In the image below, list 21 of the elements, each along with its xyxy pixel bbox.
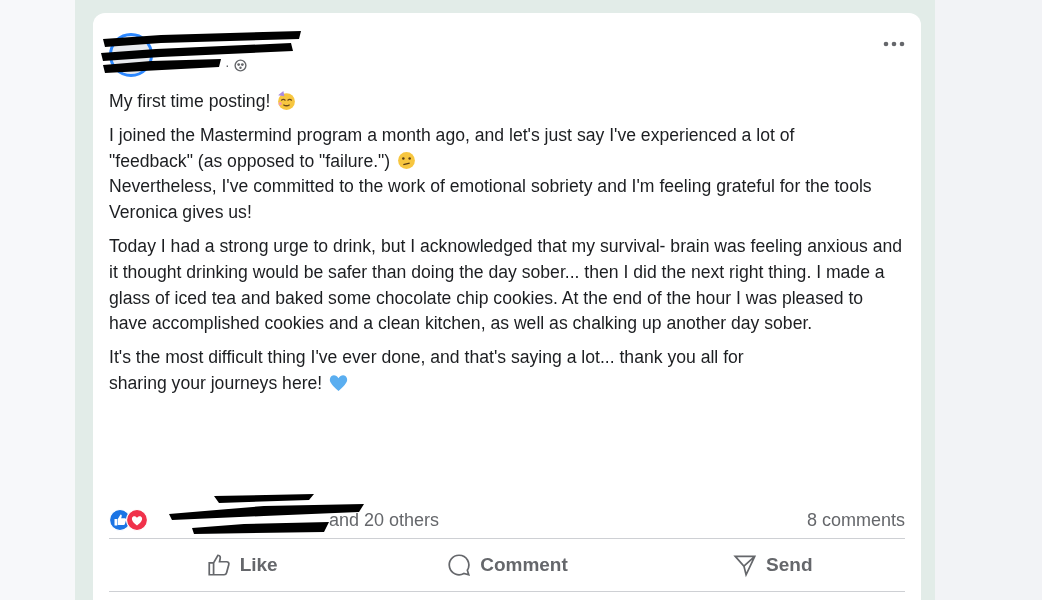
send-button[interactable]: Send bbox=[639, 539, 905, 591]
confused-face-icon bbox=[396, 149, 418, 171]
globe-icon bbox=[233, 58, 247, 72]
like-button[interactable]: Like bbox=[109, 539, 375, 591]
more-options-icon[interactable] bbox=[883, 41, 905, 47]
thumbs-up-icon bbox=[205, 552, 232, 578]
meta-separator: · bbox=[225, 57, 230, 73]
party-face-icon bbox=[276, 90, 298, 111]
post-text: Nevertheless, I've committed to the work of emotional sobriety and I'm feeling grateful for the tools Veronica gives us! bbox=[109, 176, 872, 223]
love-reaction-icon bbox=[126, 509, 148, 531]
reaction-count[interactable]: and 20 others bbox=[329, 509, 440, 531]
post-text: Today I had a strong urge to drink, but I acknowledged that my survival- brain was feeling anxious and it thought drinking would be safer than doing the day sober... then I did the next right thing. I made a glass of iced tea and baked some chocolate chip cookies. At the end of the hour I was pleased to have accomplished cookies and a clean kitchen, as well as chalking up another day sober. bbox=[109, 236, 903, 334]
post-text: I joined the Mastermind program a month ago, and let's just say I've experienced a lot of bbox=[109, 124, 795, 145]
post-text: It's the most difficult thing I've ever done, and that's saying a lot... thank you all for bbox=[109, 347, 744, 368]
comment-count[interactable]: 8 comments bbox=[806, 509, 905, 531]
post-text: sharing your journeys here! bbox=[109, 372, 323, 393]
post-text: "feedback" (as opposed to "failure.") bbox=[109, 150, 391, 171]
send-icon bbox=[732, 552, 759, 578]
speech-bubble-icon bbox=[446, 552, 473, 578]
post-text: My first time posting! bbox=[109, 91, 271, 111]
comment-button[interactable]: Comment bbox=[374, 539, 640, 591]
